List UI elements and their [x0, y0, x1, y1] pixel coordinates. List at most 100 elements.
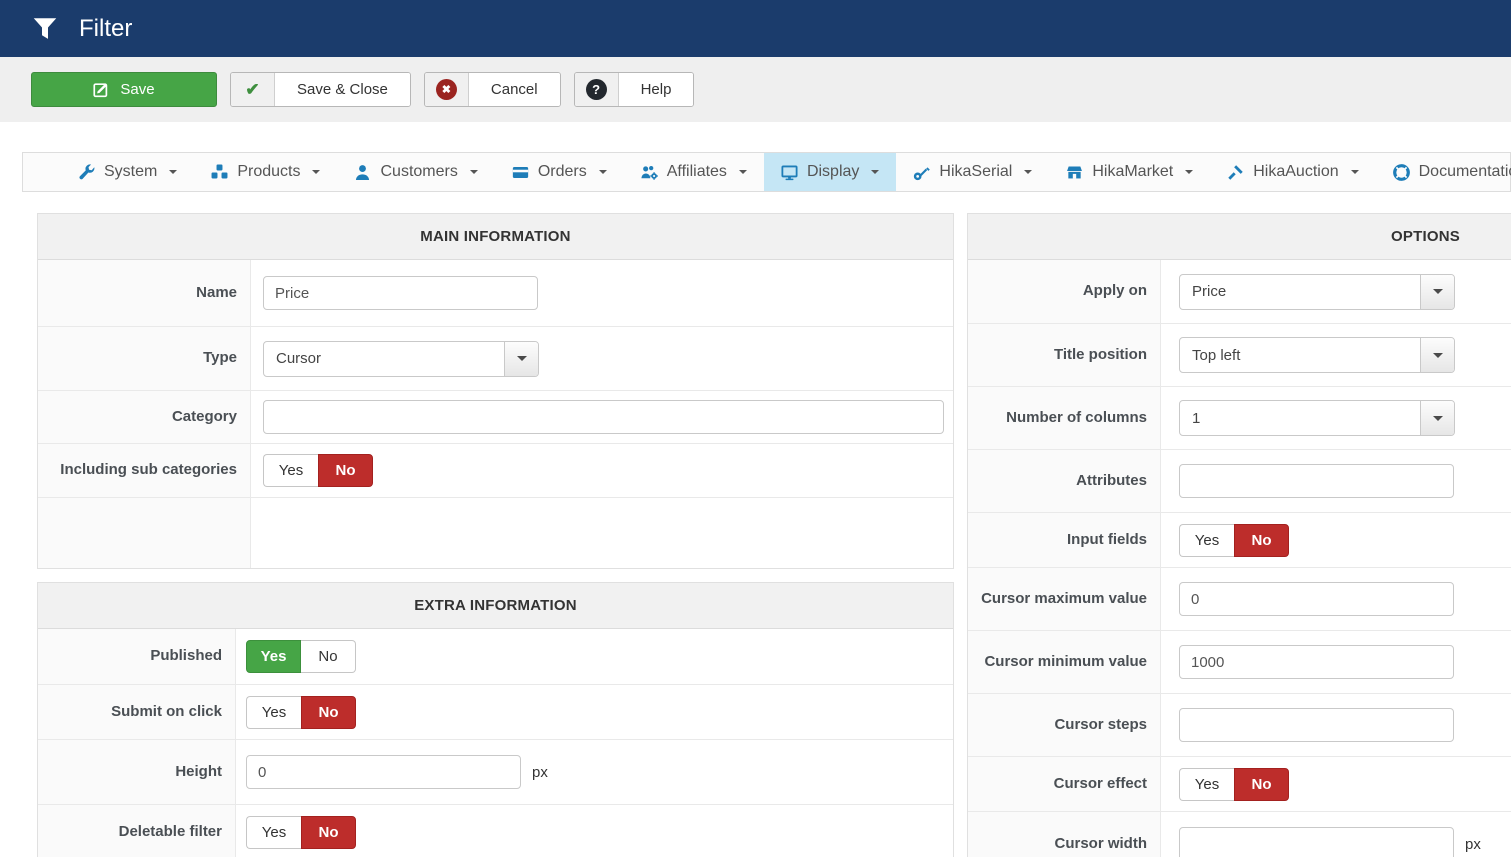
cursor-width-input[interactable] [1179, 827, 1454, 857]
field-label: Type [38, 327, 251, 390]
row-cursor-minimum-value: Cursor minimum value [968, 630, 1511, 693]
attributes-input[interactable] [1179, 464, 1454, 498]
main-information-panel: MAIN INFORMATION Name Type Cursor [37, 213, 954, 569]
toggle-no-button[interactable]: No [301, 815, 356, 849]
toggle-yes-button[interactable]: Yes [263, 454, 318, 487]
field-label: Cursor effect [968, 757, 1161, 811]
toggle-no-button[interactable]: No [301, 695, 356, 729]
cursor-maximum-value-input[interactable] [1179, 582, 1454, 616]
chevron-down-icon [469, 170, 478, 174]
users-gear-icon [641, 164, 658, 181]
row-cursor-maximum-value: Cursor maximum value [968, 567, 1511, 630]
menu-item-customers[interactable]: Customers [337, 153, 494, 191]
panel-title: OPTIONS [968, 214, 1511, 260]
row-deletable-filter: Deletable filter Yes No [38, 804, 953, 857]
panel-title: EXTRA INFORMATION [38, 583, 953, 629]
chevron-down-icon [1024, 170, 1033, 174]
toggle-no-button[interactable]: No [318, 454, 373, 487]
page-title: Filter [79, 14, 133, 42]
field-label: Submit on click [38, 685, 236, 739]
save-and-close-button[interactable]: ✔ Save & Close [230, 72, 411, 107]
extra-information-panel: EXTRA INFORMATION Published Yes No Submi… [37, 582, 954, 857]
row-height: Height px [38, 739, 953, 804]
row-cursor-width: Cursor width px [968, 811, 1511, 857]
height-input[interactable] [246, 755, 521, 789]
options-panel: OPTIONS Apply on Price Title position To… [967, 213, 1511, 857]
menu-item-hikamarket[interactable]: HikaMarket [1049, 153, 1210, 191]
menu-item-orders[interactable]: Orders [495, 153, 624, 191]
chevron-down-icon [871, 170, 880, 174]
title-position-select[interactable]: Top left [1179, 337, 1455, 373]
monitor-icon [781, 164, 798, 181]
chevron-down-icon [738, 170, 747, 174]
menu-item-system[interactable]: System [61, 153, 194, 191]
including-sub-categories-toggle: Yes No [263, 454, 373, 487]
title-bar: Filter [0, 0, 1511, 57]
chevron-down-icon[interactable] [1420, 274, 1454, 309]
field-label: Category [38, 391, 251, 443]
submit-on-click-toggle: Yes No [246, 695, 356, 729]
number-of-columns-select[interactable]: 1 [1179, 400, 1455, 436]
cancel-button[interactable]: ✖ Cancel [423, 72, 561, 107]
check-icon: ✔ [231, 73, 275, 106]
chevron-down-icon[interactable] [1420, 401, 1454, 435]
field-label: Published [38, 629, 236, 684]
field-label: Title position [968, 324, 1161, 386]
filter-icon [33, 17, 57, 41]
unit-label: px [1465, 835, 1481, 853]
chevron-down-icon [312, 170, 321, 174]
menu-item-affiliates[interactable]: Affiliates [624, 153, 764, 191]
menu-item-documentation[interactable]: Documentation [1376, 153, 1511, 191]
field-label: Height [38, 740, 236, 804]
menu-item-hikaauction[interactable]: HikaAuction [1210, 153, 1375, 191]
chevron-down-icon [1185, 170, 1194, 174]
toggle-yes-button[interactable]: Yes [246, 640, 301, 673]
field-label: Name [38, 260, 251, 326]
toggle-yes-button[interactable]: Yes [1179, 767, 1234, 801]
row-cursor-steps: Cursor steps [968, 693, 1511, 756]
row-cursor-effect: Cursor effect Yes No [968, 756, 1511, 811]
row-category: Category [38, 390, 953, 443]
menu-item-products[interactable]: Products [194, 153, 337, 191]
panel-title: MAIN INFORMATION [38, 214, 953, 260]
life-ring-icon [1392, 163, 1410, 181]
row-empty [38, 497, 953, 568]
toggle-no-button[interactable]: No [1234, 767, 1289, 801]
gavel-icon [1227, 164, 1244, 181]
wrench-icon [78, 163, 95, 181]
cubes-icon [211, 164, 228, 181]
field-label: Deletable filter [38, 805, 236, 857]
chevron-down-icon [169, 170, 178, 174]
apply-on-select[interactable]: Price [1179, 273, 1455, 310]
row-title-position: Title position Top left [968, 323, 1511, 386]
save-button[interactable]: Save [31, 72, 217, 107]
field-label: Cursor maximum value [968, 568, 1161, 630]
question-circle-icon: ? [574, 73, 619, 106]
input-fields-toggle: Yes No [1179, 523, 1289, 557]
cursor-minimum-value-input[interactable] [1179, 645, 1454, 679]
content-area: MAIN INFORMATION Name Type Cursor [0, 192, 1511, 857]
type-select[interactable]: Cursor [263, 340, 539, 377]
cursor-effect-toggle: Yes No [1179, 767, 1289, 801]
toggle-yes-button[interactable]: Yes [246, 695, 301, 729]
category-input[interactable] [263, 400, 944, 434]
toggle-no-button[interactable]: No [301, 640, 356, 673]
name-input[interactable] [263, 276, 538, 310]
chevron-down-icon [598, 170, 607, 174]
field-label: Cursor width [968, 812, 1161, 857]
toggle-no-button[interactable]: No [1234, 523, 1289, 557]
toggle-yes-button[interactable]: Yes [1179, 523, 1234, 557]
cursor-steps-input[interactable] [1179, 708, 1454, 742]
user-icon [354, 164, 371, 181]
menu-item-display[interactable]: Display [763, 153, 897, 191]
chevron-down-icon[interactable] [504, 341, 538, 376]
row-including-sub-categories: Including sub categories Yes No [38, 443, 953, 497]
row-number-of-columns: Number of columns 1 [968, 386, 1511, 449]
key-icon [913, 164, 931, 181]
row-name: Name [38, 260, 953, 326]
chevron-down-icon[interactable] [1420, 338, 1454, 372]
menu-item-hikaserial[interactable]: HikaSerial [896, 153, 1049, 191]
help-button[interactable]: ? Help [573, 72, 695, 107]
toggle-yes-button[interactable]: Yes [246, 815, 301, 849]
field-label: Cursor steps [968, 694, 1161, 756]
